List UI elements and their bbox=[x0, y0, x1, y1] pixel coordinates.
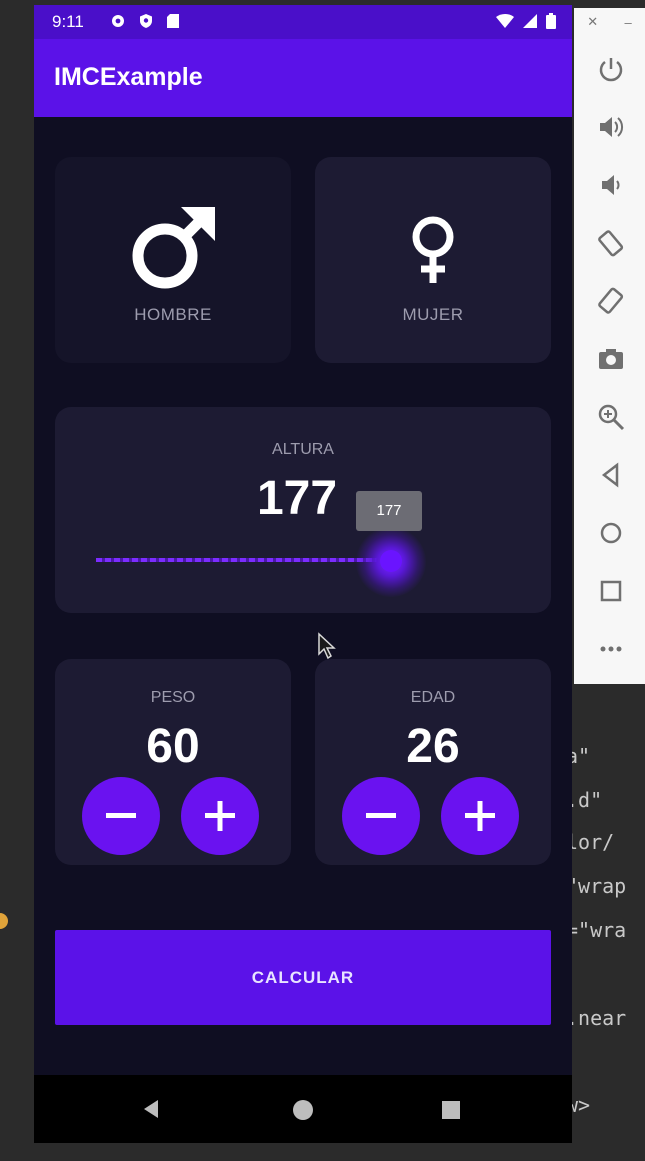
height-slider-tooltip: 177 bbox=[356, 491, 422, 531]
height-value: 177 bbox=[256, 472, 338, 525]
shield-status-icon bbox=[140, 14, 152, 28]
status-time: 9:11 bbox=[52, 12, 84, 31]
sim-card-icon bbox=[167, 14, 179, 28]
nav-overview-icon[interactable] bbox=[441, 1100, 461, 1120]
rotate-left-icon[interactable] bbox=[596, 228, 626, 258]
age-decrease-button[interactable] bbox=[342, 777, 420, 855]
wifi-icon bbox=[496, 14, 514, 28]
overview-icon[interactable] bbox=[596, 576, 626, 606]
battery-icon bbox=[546, 13, 556, 29]
height-slider-thumb[interactable] bbox=[380, 550, 402, 572]
age-increase-button[interactable] bbox=[441, 777, 519, 855]
plus-icon bbox=[205, 801, 235, 831]
more-icon[interactable] bbox=[596, 634, 626, 664]
male-gender-card[interactable]: HOMBRE bbox=[55, 157, 291, 363]
ide-code-line: ="wra bbox=[566, 918, 627, 942]
emulator-close-icon[interactable]: ✕ bbox=[587, 14, 598, 30]
minus-icon bbox=[106, 813, 136, 818]
app-bar: IMCExample bbox=[34, 39, 572, 117]
ide-code-line: "wrap bbox=[566, 874, 627, 898]
home-icon[interactable] bbox=[596, 518, 626, 548]
height-slider-track[interactable] bbox=[96, 558, 390, 562]
volume-down-icon[interactable] bbox=[596, 170, 626, 200]
signal-icon bbox=[523, 14, 537, 28]
android-nav-bar bbox=[34, 1075, 572, 1143]
age-card: EDAD 26 bbox=[315, 659, 551, 865]
height-label: ALTURA bbox=[272, 441, 334, 458]
volume-up-icon[interactable] bbox=[596, 112, 626, 142]
ide-gutter-marker bbox=[0, 913, 8, 929]
female-label: MUJER bbox=[402, 305, 464, 324]
status-bar: 9:11 bbox=[34, 5, 572, 39]
emulator-toolbar: ✕ – bbox=[574, 8, 645, 684]
male-label: HOMBRE bbox=[134, 305, 212, 324]
male-icon bbox=[132, 207, 215, 289]
weight-label: PESO bbox=[150, 689, 196, 706]
female-gender-card[interactable]: MUJER bbox=[315, 157, 551, 363]
back-icon[interactable] bbox=[596, 460, 626, 490]
weight-decrease-button[interactable] bbox=[82, 777, 160, 855]
weight-increase-button[interactable] bbox=[181, 777, 259, 855]
calculate-button[interactable]: CALCULAR bbox=[55, 930, 551, 1025]
female-icon bbox=[412, 216, 454, 283]
minus-icon bbox=[366, 813, 396, 818]
ide-code-line: lor/ bbox=[566, 830, 615, 854]
weight-card: PESO 60 bbox=[55, 659, 291, 865]
age-label: EDAD bbox=[410, 689, 456, 706]
rotate-right-icon[interactable] bbox=[596, 286, 626, 316]
weight-value: 60 bbox=[146, 720, 200, 773]
power-icon[interactable] bbox=[596, 54, 626, 84]
ide-code-line: .near bbox=[566, 1006, 627, 1030]
nav-back-icon[interactable] bbox=[142, 1099, 160, 1119]
plus-icon bbox=[465, 801, 495, 831]
nav-home-icon[interactable] bbox=[292, 1099, 314, 1121]
calculate-label: CALCULAR bbox=[251, 968, 355, 987]
phone-screen: 9:11 IMCExample HOMBRE MUJER ALTURA 177 … bbox=[34, 5, 572, 1143]
zoom-icon[interactable] bbox=[596, 402, 626, 432]
age-value: 26 bbox=[406, 720, 460, 773]
emulator-minimize-icon[interactable]: – bbox=[625, 15, 632, 30]
mouse-cursor-icon bbox=[318, 632, 336, 660]
settings-status-icon bbox=[112, 15, 124, 27]
camera-icon[interactable] bbox=[596, 344, 626, 374]
app-title: IMCExample bbox=[54, 63, 203, 91]
height-card: ALTURA 177 bbox=[55, 407, 551, 613]
